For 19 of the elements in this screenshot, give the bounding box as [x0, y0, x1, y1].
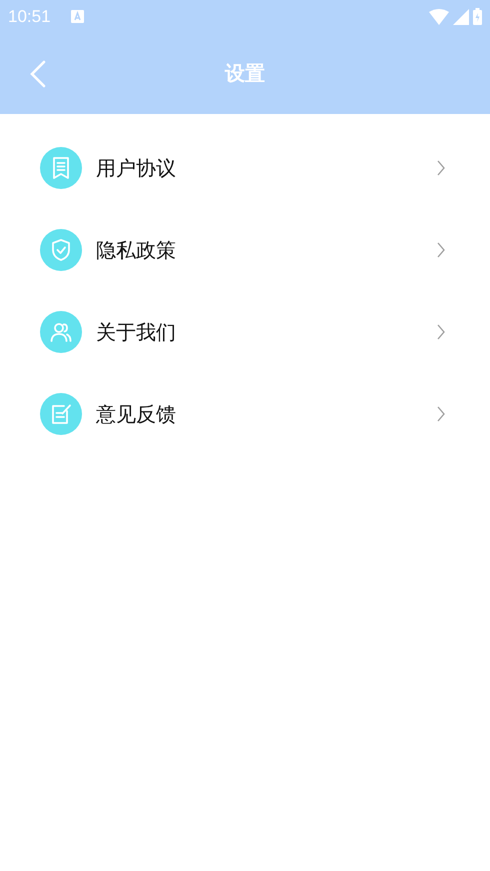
- battery-icon: [473, 8, 482, 25]
- edit-icon: [40, 393, 82, 435]
- wifi-icon: [429, 8, 449, 24]
- signal-icon: [453, 8, 469, 24]
- keyboard-icon: [70, 10, 84, 23]
- settings-item[interactable]: 关于我们: [0, 311, 490, 353]
- status-time: 10:51: [8, 6, 51, 26]
- people-icon: [40, 311, 82, 353]
- chevron-icon: [437, 324, 445, 340]
- document-icon: [40, 147, 82, 189]
- settings-item[interactable]: 意见反馈: [0, 393, 490, 435]
- chevron-icon: [437, 242, 445, 258]
- settings-item[interactable]: 用户协议: [0, 147, 490, 189]
- settings-item[interactable]: 隐私政策: [0, 229, 490, 271]
- back-icon[interactable]: [30, 60, 46, 88]
- page-title: 设置: [225, 60, 265, 87]
- shield-icon: [40, 229, 82, 271]
- chevron-icon: [437, 160, 445, 176]
- chevron-icon: [437, 406, 445, 422]
